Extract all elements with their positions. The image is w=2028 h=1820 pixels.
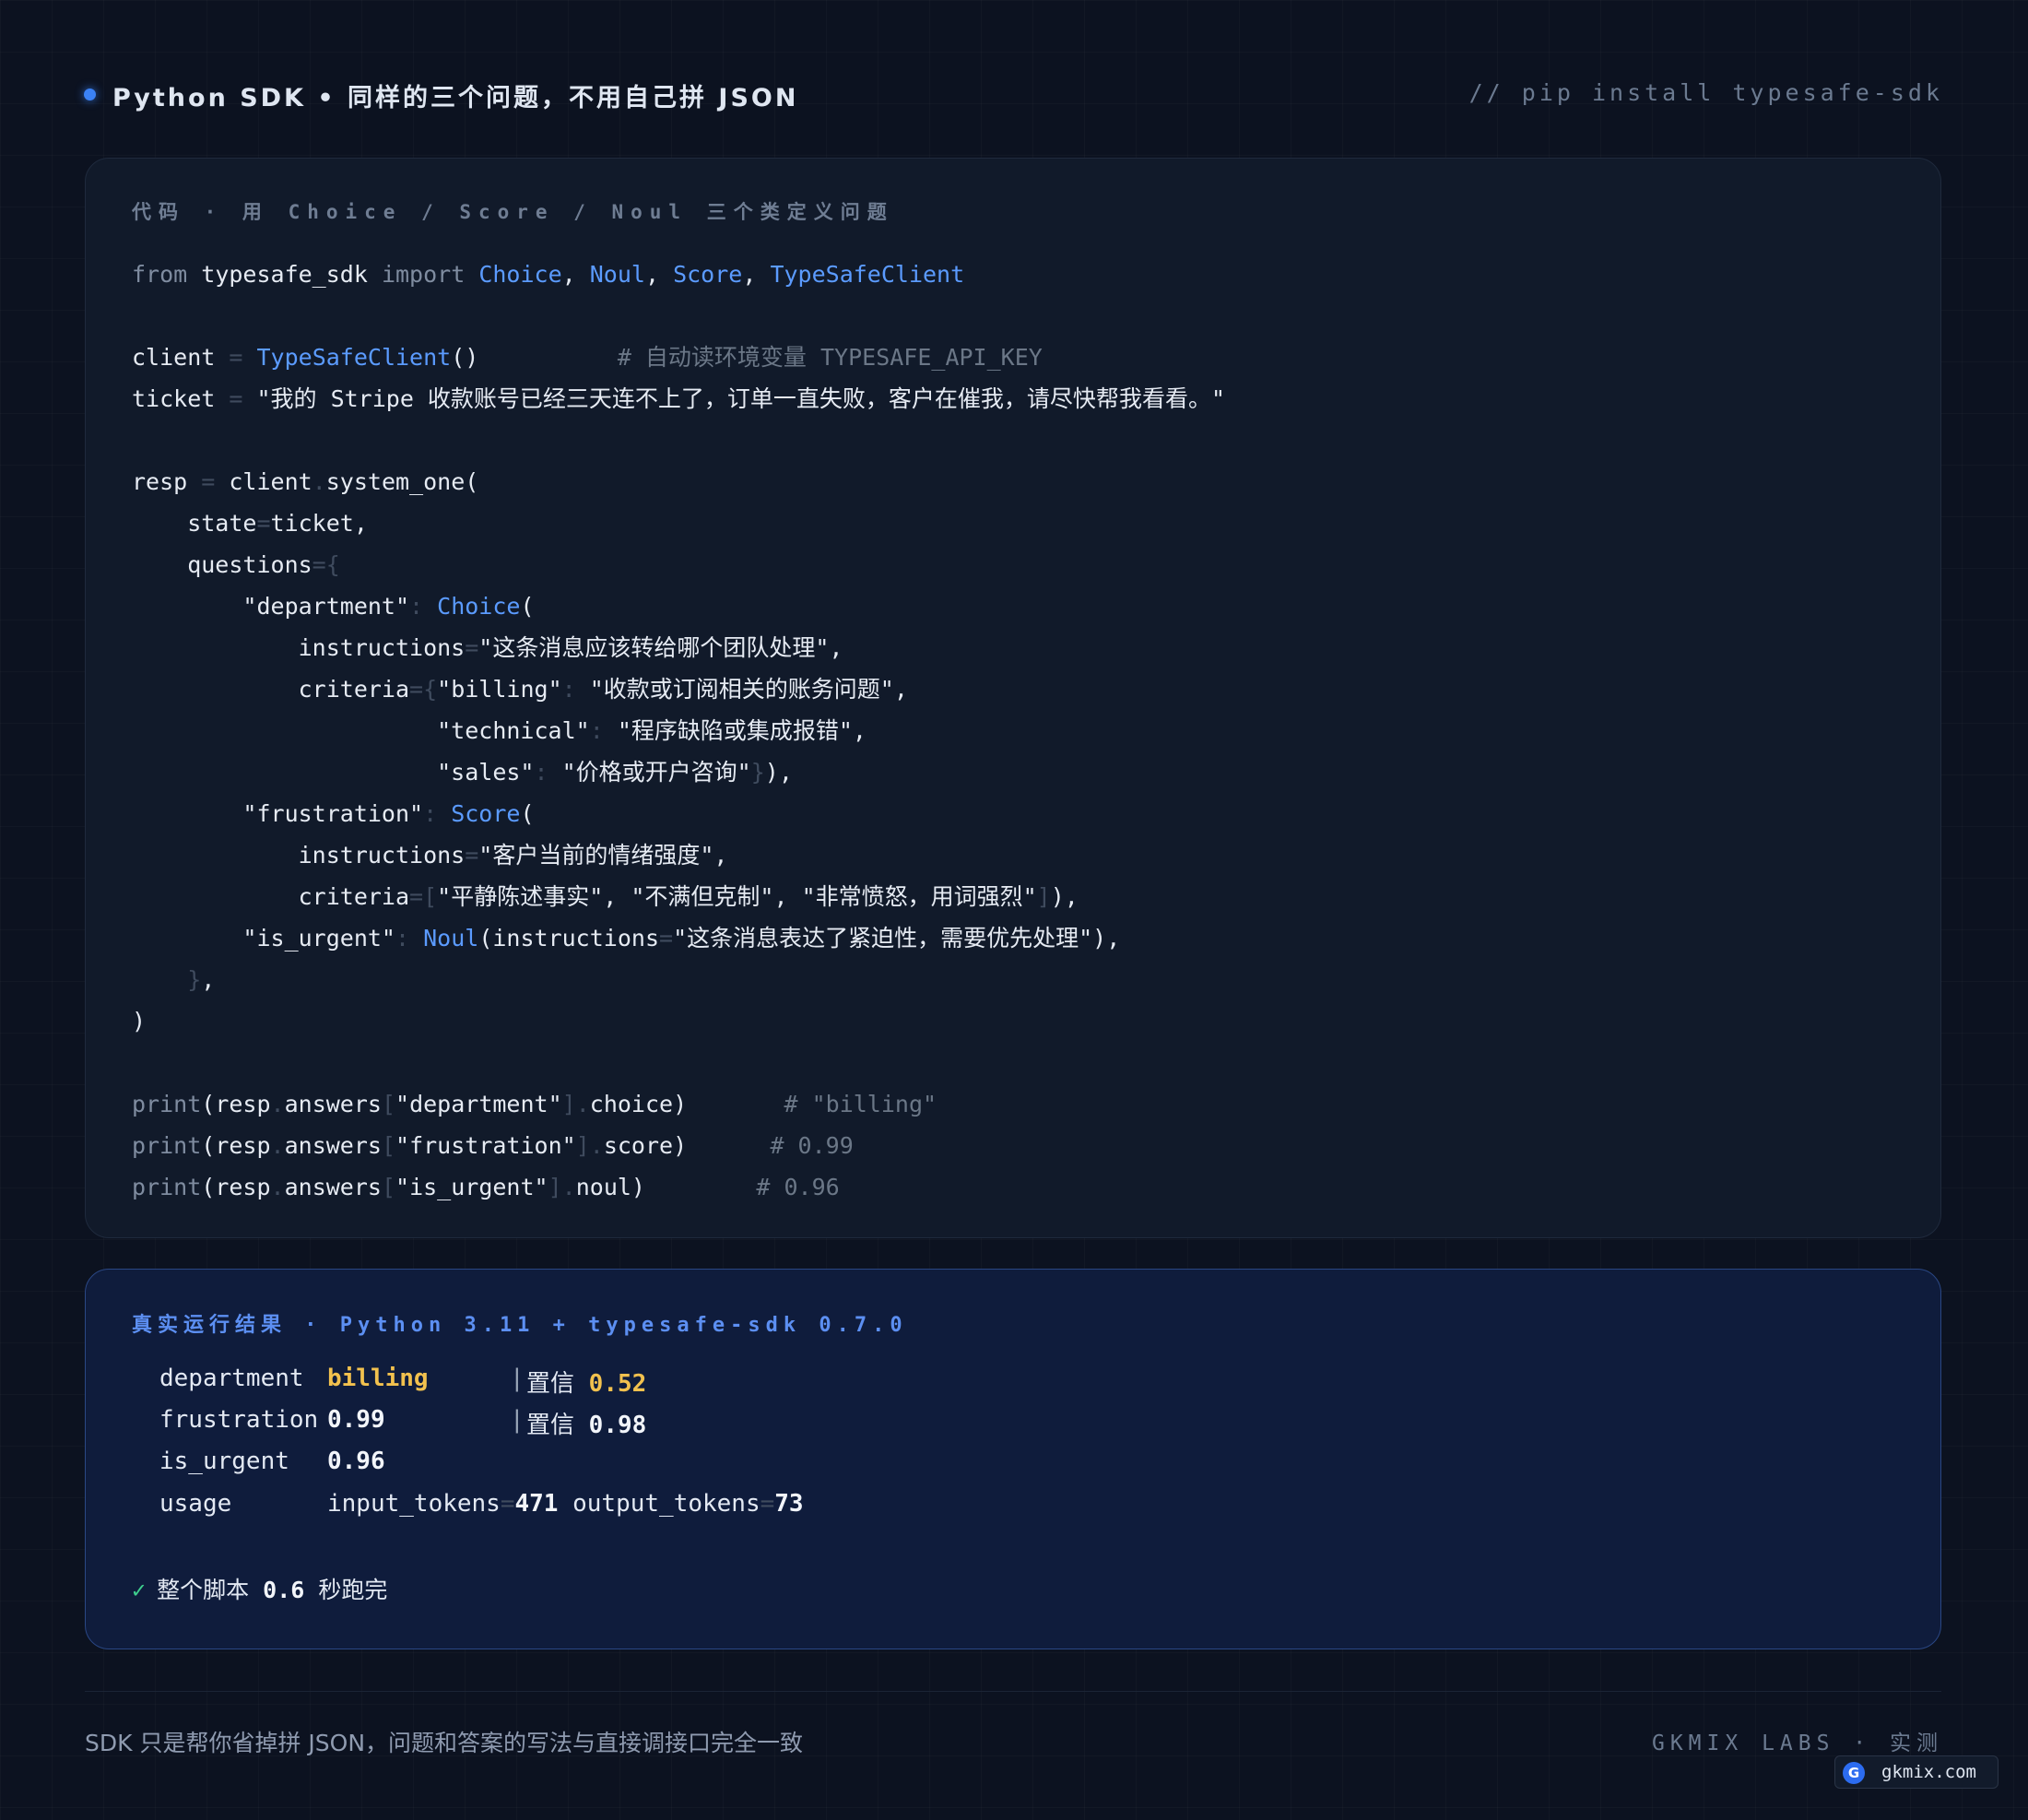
code-line: print(resp.answers["frustration"].score)… [132,1132,854,1159]
code-line: "department": Choice( [132,593,535,620]
result-value: billing [327,1365,429,1392]
usage-values: input_tokens=471 output_tokens=73 [327,1490,804,1518]
site-logo-icon: G [1843,1762,1865,1784]
code-line: criteria=["平静陈述事实", "不满但克制", "非常愤怒，用词强烈"… [132,883,1079,910]
code-line: "technical": "程序缺陷或集成报错", [132,717,867,744]
confidence: 置信 0.98 [526,1406,646,1440]
output-tokens-value: 73 [774,1490,804,1518]
result-key: frustration [159,1406,319,1434]
status-dot-icon [84,89,96,100]
code-line: }, [187,966,216,993]
code-line: state=ticket, [132,510,368,537]
code-card: 代码 · 用 Choice / Score / Noul 三个类定义问题 fro… [85,158,1941,1238]
input-tokens-label: input_tokens [327,1490,501,1518]
site-badge[interactable]: G gkmix.com [1834,1755,1999,1789]
result-card: 真实运行结果 · Python 3.11 + typesafe-sdk 0.7.… [85,1269,1941,1649]
code-line: client = TypeSafeClient() # 自动读环境变量 TYPE… [132,344,1043,371]
result-separator: | [510,1365,525,1392]
confidence: 置信 0.52 [526,1365,646,1399]
result-key: usage [159,1490,232,1518]
code-line: "frustration": Score( [132,800,535,827]
input-tokens-value: 471 [514,1490,559,1518]
footer-divider [85,1691,1941,1692]
completion-time: 0.6 [263,1577,305,1603]
completion-prefix: 整个脚本 [157,1577,250,1603]
confidence-value: 0.98 [588,1412,647,1439]
code-block: from typesafe_sdk import Choice, Noul, S… [132,254,1225,1208]
code-line: print(resp.answers["is_urgent"].noul) # … [132,1174,840,1200]
confidence-value: 0.52 [588,1370,647,1398]
code-line: criteria={"billing": "收款或订阅相关的账务问题", [132,676,908,703]
result-value: 0.99 [327,1406,385,1434]
code-line: "sales": "价格或开户咨询"}), [132,759,793,786]
code-line: questions={ [132,551,340,578]
code-line: ticket = "我的 Stripe 收款账号已经三天连不上了，订单一直失败，… [132,385,1225,412]
result-separator: | [510,1406,525,1434]
result-key: department [159,1365,304,1392]
result-value: 0.96 [327,1448,385,1475]
code-line: print(resp.answers["department"].choice)… [132,1091,937,1117]
result-card-label: 真实运行结果 · Python 3.11 + typesafe-sdk 0.7.… [132,1314,908,1337]
page-title: Python SDK • 同样的三个问题，不用自己拼 JSON [112,84,799,112]
checkmark-icon: ✓ [132,1577,147,1603]
code-line: "is_urgent": Noul(instructions="这条消息表达了紧… [132,925,1121,951]
install-command: // pip install typesafe-sdk [1468,79,1943,106]
confidence-label: 置信 [526,1412,575,1439]
completion-message: ✓ 整个脚本 0.6 秒跑完 [132,1572,387,1605]
code-line: from typesafe_sdk import Choice, Noul, S… [132,261,965,288]
footer-brand: GKMIX LABS · 实测 [1651,1731,1943,1755]
footer-note: SDK 只是帮你省掉拼 JSON，问题和答案的写法与直接调接口完全一致 [85,1730,804,1756]
code-line: ) [132,1008,147,1034]
output-tokens-label: output_tokens [572,1490,760,1518]
site-link[interactable]: gkmix.com [1881,1762,1976,1782]
confidence-label: 置信 [526,1370,575,1398]
code-card-label: 代码 · 用 Choice / Score / Noul 三个类定义问题 [132,201,894,223]
result-key: is_urgent [159,1448,289,1475]
code-line: instructions="客户当前的情绪强度", [132,842,728,869]
code-line: instructions="这条消息应该转给哪个团队处理", [132,634,843,661]
code-line: resp = client.system_one( [132,468,479,495]
completion-suffix: 秒跑完 [318,1577,388,1603]
